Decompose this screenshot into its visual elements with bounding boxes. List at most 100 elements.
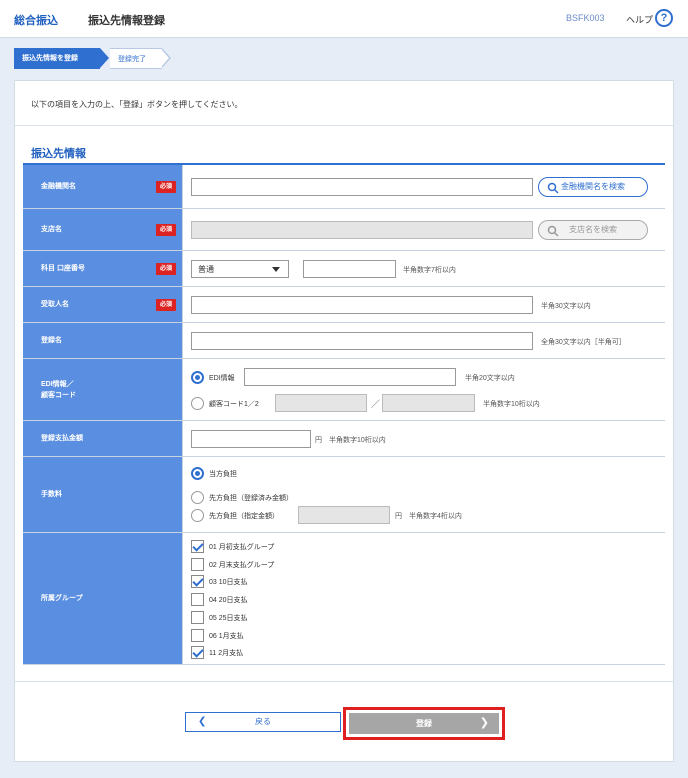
group-label-11[interactable]: 11 2月支払 <box>209 648 243 658</box>
row-header: 所属グループ <box>23 533 183 664</box>
group-label-02[interactable]: 02 月末支払グループ <box>209 560 274 570</box>
row-amount: 登録支払金額 円 半角数字10桁以内 <box>23 421 665 457</box>
customer-code-radio[interactable] <box>191 397 204 410</box>
fee-payee-registered-label[interactable]: 先方負担（登録済み金額） <box>209 493 293 503</box>
brand-link[interactable]: 総合振込 <box>14 12 58 28</box>
row-header: 手数料 <box>23 457 183 532</box>
bank-search-label: 金融機関名を検索 <box>561 182 625 191</box>
group-checkbox-11[interactable] <box>191 646 204 659</box>
chevron-right-icon: ❯ <box>479 717 489 729</box>
row-group: 所属グループ 01 月初支払グループ 02 月末支払グループ 03 10日支払 … <box>23 533 665 665</box>
row-payee: 受取人名 必須 半角30文字以内 <box>23 287 665 323</box>
required-badge: 必須 <box>156 181 176 193</box>
group-label-03[interactable]: 03 10日支払 <box>209 577 248 587</box>
row-bank: 金融機関名 必須 金融機関名を検索 <box>23 165 665 209</box>
row-header: 金融機関名 必須 <box>23 165 183 208</box>
instruction-text: 以下の項目を入力の上、「登録」ボタンを押してください。 <box>31 100 243 109</box>
account-number-input[interactable] <box>303 260 396 278</box>
page-title: 振込先情報登録 <box>88 15 165 27</box>
branch-name-input[interactable] <box>191 221 533 239</box>
step-next: 登録完了 <box>110 48 162 69</box>
fee-payee-specified-label[interactable]: 先方負担（指定金額） <box>209 511 279 521</box>
account-hint: 半角数字7桁以内 <box>403 267 456 274</box>
row-header: EDI情報／ 顧客コード <box>23 359 183 420</box>
row-reg-name: 登録名 全角30文字以内［半角可］ <box>23 323 665 359</box>
customer-code-label[interactable]: 顧客コード1／2 <box>209 399 259 409</box>
help-icon[interactable]: ? <box>655 9 673 27</box>
payee-name-input[interactable] <box>191 296 533 314</box>
row-fee: 手数料 当方負担 先方負担（登録済み金額） 先方負担（指定金額） 円 半角数字4… <box>23 457 665 533</box>
amount-hint: 半角数字10桁以内 <box>329 437 386 444</box>
account-type-value: 普通 <box>198 265 214 274</box>
edi-hint: 半角20文字以内 <box>465 375 515 382</box>
row-header: 支店名 必須 <box>23 209 183 250</box>
edi-label-line1: EDI情報／ <box>41 381 74 388</box>
code-separator: ／ <box>371 399 381 409</box>
branch-search-button[interactable]: 支店名を検索 <box>538 220 648 240</box>
fee-amount-input[interactable] <box>298 506 390 524</box>
chevron-left-icon: ❮ <box>198 716 207 727</box>
register-button-label: 登録 <box>416 719 432 728</box>
account-type-select[interactable]: 普通 <box>191 260 289 278</box>
step-arrow <box>100 48 109 68</box>
required-badge: 必須 <box>156 224 176 236</box>
bank-search-button[interactable]: 金融機関名を検索 <box>538 177 648 197</box>
register-button[interactable]: 登録 ❯ <box>349 713 499 734</box>
payee-label: 受取人名 <box>41 301 69 308</box>
group-checkbox-02[interactable] <box>191 558 204 571</box>
reg-name-input[interactable] <box>191 332 533 350</box>
search-icon <box>547 225 559 237</box>
screen-id: BSFK003 <box>566 13 605 23</box>
group-label-01[interactable]: 01 月初支払グループ <box>209 542 274 552</box>
back-button-label: 戻る <box>255 717 271 726</box>
help-link[interactable]: ヘルプ <box>626 13 653 26</box>
group-checkbox-03[interactable] <box>191 575 204 588</box>
fee-hint: 半角数字4桁以内 <box>409 513 462 520</box>
edi-radio-label[interactable]: EDI情報 <box>209 373 235 383</box>
step-arrow-fill <box>161 49 169 67</box>
customer-code2-input[interactable] <box>382 394 475 412</box>
dropdown-arrow-icon <box>272 267 280 272</box>
group-checkbox-05[interactable] <box>191 611 204 624</box>
section-title: 振込先情報 <box>31 148 86 160</box>
fee-unit: 円 <box>395 513 402 520</box>
amount-unit: 円 <box>315 437 322 444</box>
customer-code1-input[interactable] <box>275 394 367 412</box>
branch-label: 支店名 <box>41 226 62 233</box>
row-header: 登録名 <box>23 323 183 358</box>
fee-payee-specified-radio[interactable] <box>191 509 204 522</box>
back-button[interactable]: ❮ 戻る <box>185 712 341 732</box>
amount-label: 登録支払金額 <box>41 435 83 442</box>
footer-divider <box>15 681 673 682</box>
required-badge: 必須 <box>156 263 176 275</box>
row-account: 科目 口座番号 必須 普通 半角数字7桁以内 <box>23 251 665 287</box>
row-header: 受取人名 必須 <box>23 287 183 322</box>
fee-payee-registered-radio[interactable] <box>191 491 204 504</box>
row-header: 登録支払金額 <box>23 421 183 456</box>
group-checkbox-04[interactable] <box>191 593 204 606</box>
payee-hint: 半角30文字以内 <box>541 303 591 310</box>
fee-self-radio[interactable] <box>191 467 204 480</box>
customer-code-hint: 半角数字10桁以内 <box>483 401 540 408</box>
group-label-06[interactable]: 06 1月支払 <box>209 631 244 641</box>
amount-input[interactable] <box>191 430 311 448</box>
account-label: 科目 口座番号 <box>41 265 85 272</box>
required-badge: 必須 <box>156 299 176 311</box>
edi-input[interactable] <box>244 368 456 386</box>
bank-name-input[interactable] <box>191 178 533 196</box>
register-highlight: 登録 ❯ <box>343 707 505 740</box>
reg-name-label: 登録名 <box>41 337 62 344</box>
group-checkbox-01[interactable] <box>191 540 204 553</box>
group-label-05[interactable]: 05 25日支払 <box>209 613 248 623</box>
group-label-04[interactable]: 04 20日支払 <box>209 595 248 605</box>
main-panel: 以下の項目を入力の上、「登録」ボタンを押してください。 振込先情報 金融機関名 … <box>14 80 674 762</box>
edi-label-line2: 顧客コード <box>41 392 76 399</box>
reg-name-hint: 全角30文字以内［半角可］ <box>541 339 626 346</box>
edi-radio[interactable] <box>191 371 204 384</box>
row-branch: 支店名 必須 支店名を検索 <box>23 209 665 251</box>
group-checkbox-06[interactable] <box>191 629 204 642</box>
fee-self-label[interactable]: 当方負担 <box>209 469 237 479</box>
row-edi: EDI情報／ 顧客コード EDI情報 半角20文字以内 顧客コード1／2 ／ 半… <box>23 359 665 421</box>
divider <box>15 125 673 126</box>
branch-search-label: 支店名を検索 <box>569 225 617 234</box>
